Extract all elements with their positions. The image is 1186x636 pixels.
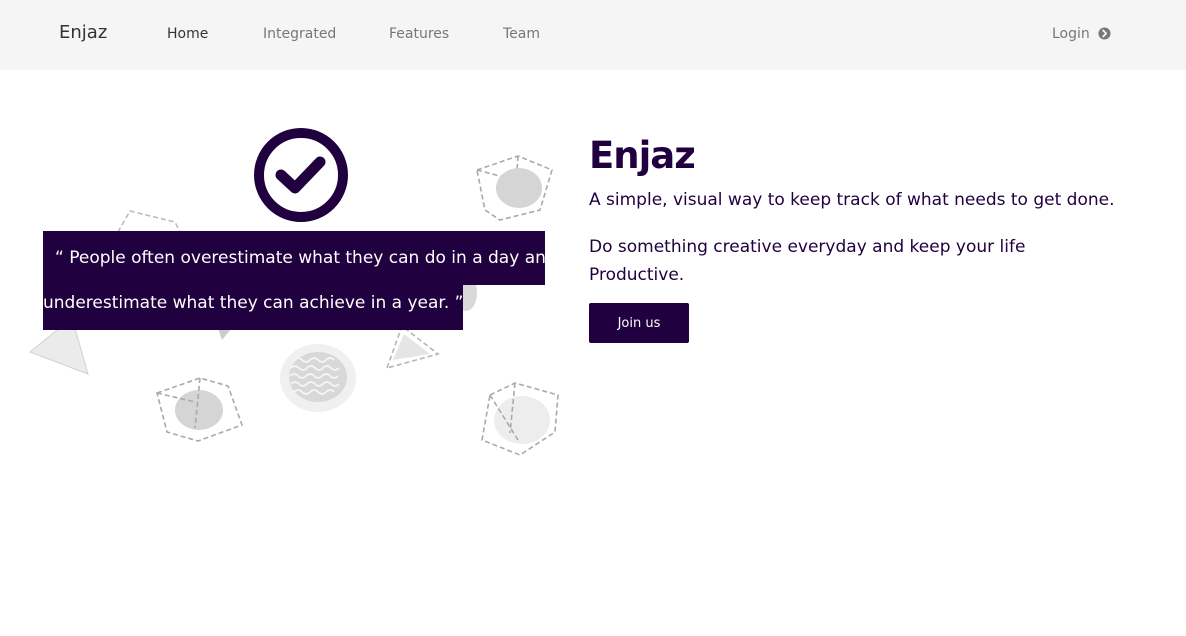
- top-navbar: Enjaz Home Integrated Features Team Logi…: [0, 0, 1186, 70]
- join-us-button[interactable]: Join us: [589, 303, 689, 343]
- hero-tagline: A simple, visual way to keep track of wh…: [589, 190, 1115, 210]
- hero-description-line-1: Do something creative everyday and keep …: [589, 237, 1026, 257]
- brand-logo-link[interactable]: Enjaz: [59, 22, 107, 43]
- nav-link-integrated[interactable]: Integrated: [263, 26, 336, 42]
- checkmark-circle-icon: [254, 128, 348, 222]
- nav-link-features[interactable]: Features: [389, 26, 449, 42]
- hero-description: Do something creative everyday and keep …: [589, 233, 1109, 289]
- quote-line-2: underestimate what they can achieve in a…: [43, 276, 463, 330]
- login-label: Login: [1052, 26, 1090, 42]
- hero-description-line-2: Productive.: [589, 265, 685, 285]
- nav-link-home[interactable]: Home: [167, 26, 208, 42]
- login-link[interactable]: Login: [1052, 26, 1111, 42]
- chevron-circle-right-icon: [1098, 27, 1111, 40]
- nav-link-team[interactable]: Team: [503, 26, 540, 42]
- hero-title: Enjaz: [589, 134, 696, 177]
